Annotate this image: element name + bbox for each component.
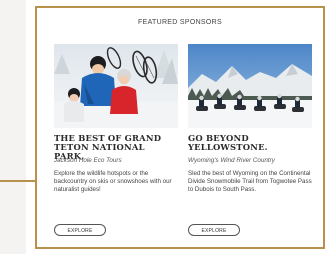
explore-button[interactable]: EXPLORE [188,224,240,236]
snowmobile-group-photo[interactable] [188,44,312,128]
explore-button[interactable]: EXPLORE [54,224,106,236]
card-title[interactable]: GO BEYOND YELLOWSTONE. [188,134,312,152]
card-description: Explore the wildlife hotspots or the bac… [54,170,172,193]
sponsor-name: Jackson Hole Eco Tours [54,157,122,164]
sponsor-name: Wyoming's Wind River Country [188,157,275,164]
featured-sponsors-box: FEATURED SPONSORS THE BEST OF GRAND TETO… [35,6,325,249]
sponsor-card: GO BEYOND YELLOWSTONE. Wyoming's Wind Ri… [188,44,312,244]
card-description: Sled the best of Wyoming on the Continen… [188,170,312,193]
accent-divider [0,180,36,182]
family-snowshoe-photo[interactable] [54,44,178,128]
left-panel [0,0,26,254]
section-heading: FEATURED SPONSORS [138,19,222,26]
sponsor-card: THE BEST OF GRAND TETON NATIONAL PARK. J… [54,44,178,244]
